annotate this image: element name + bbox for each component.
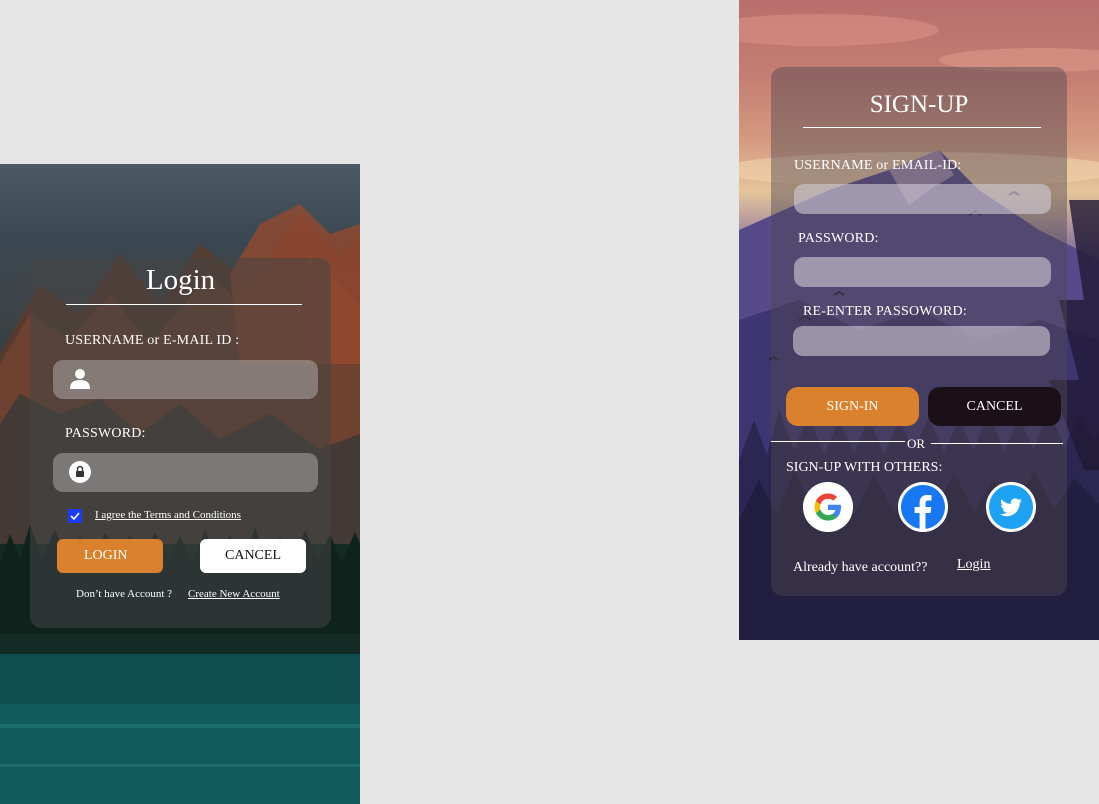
username-label: USERNAME or EMAIL-ID: <box>794 158 962 173</box>
username-input[interactable] <box>794 184 1051 214</box>
no-account-text: Don’t have Account ? <box>76 588 173 600</box>
checkmark-icon <box>70 512 80 521</box>
password-field[interactable] <box>53 453 318 492</box>
facebook-signup-button[interactable] <box>898 482 948 532</box>
signup-screen: SIGN-UP USERNAME or EMAIL-ID: PASSWORD: … <box>739 0 1099 640</box>
terms-checkbox[interactable] <box>68 509 82 523</box>
login-button[interactable]: LOGIN <box>57 539 163 573</box>
login-title: Login <box>145 264 216 296</box>
login-card: Login USERNAME or E-MAIL ID : PASSWORD: <box>30 258 331 628</box>
login-screen: Login USERNAME or E-MAIL ID : PASSWORD: <box>0 164 360 804</box>
already-have-account-text: Already have account?? <box>793 560 928 575</box>
signup-with-others-label: SIGN-UP WITH OTHERS: <box>786 460 943 475</box>
or-divider-right <box>931 443 1063 444</box>
password-label: PASSWORD: <box>798 231 879 246</box>
create-account-link[interactable]: Create New Account <box>188 588 280 600</box>
password-label: PASSWORD: <box>65 426 146 441</box>
title-divider <box>803 127 1041 128</box>
user-icon <box>70 369 90 389</box>
facebook-icon <box>898 482 948 532</box>
signup-title: SIGN-UP <box>869 91 969 118</box>
twitter-signup-button[interactable] <box>986 482 1036 532</box>
or-text: OR <box>907 436 926 451</box>
cancel-button[interactable]: CANCEL <box>200 539 306 573</box>
reenter-password-label: RE-ENTER PASSOWORD: <box>803 304 967 319</box>
terms-link[interactable]: I agree the Terms and Conditions <box>95 509 241 521</box>
twitter-icon <box>986 482 1036 532</box>
login-link[interactable]: Login <box>957 557 990 573</box>
google-signup-button[interactable] <box>803 482 853 532</box>
username-label: USERNAME or E-MAIL ID : <box>65 333 240 348</box>
password-input[interactable] <box>794 257 1051 287</box>
cancel-button[interactable]: CANCEL <box>928 387 1061 426</box>
or-divider-left <box>771 441 905 442</box>
google-icon <box>803 482 853 532</box>
password-input[interactable] <box>103 453 308 492</box>
username-field[interactable] <box>53 360 318 399</box>
reenter-password-input[interactable] <box>793 326 1050 356</box>
signup-card: SIGN-UP USERNAME or EMAIL-ID: PASSWORD: … <box>771 67 1067 596</box>
lock-icon <box>69 461 91 483</box>
username-input[interactable] <box>103 360 308 399</box>
title-divider <box>66 304 302 305</box>
signin-button[interactable]: SIGN-IN <box>786 387 919 426</box>
